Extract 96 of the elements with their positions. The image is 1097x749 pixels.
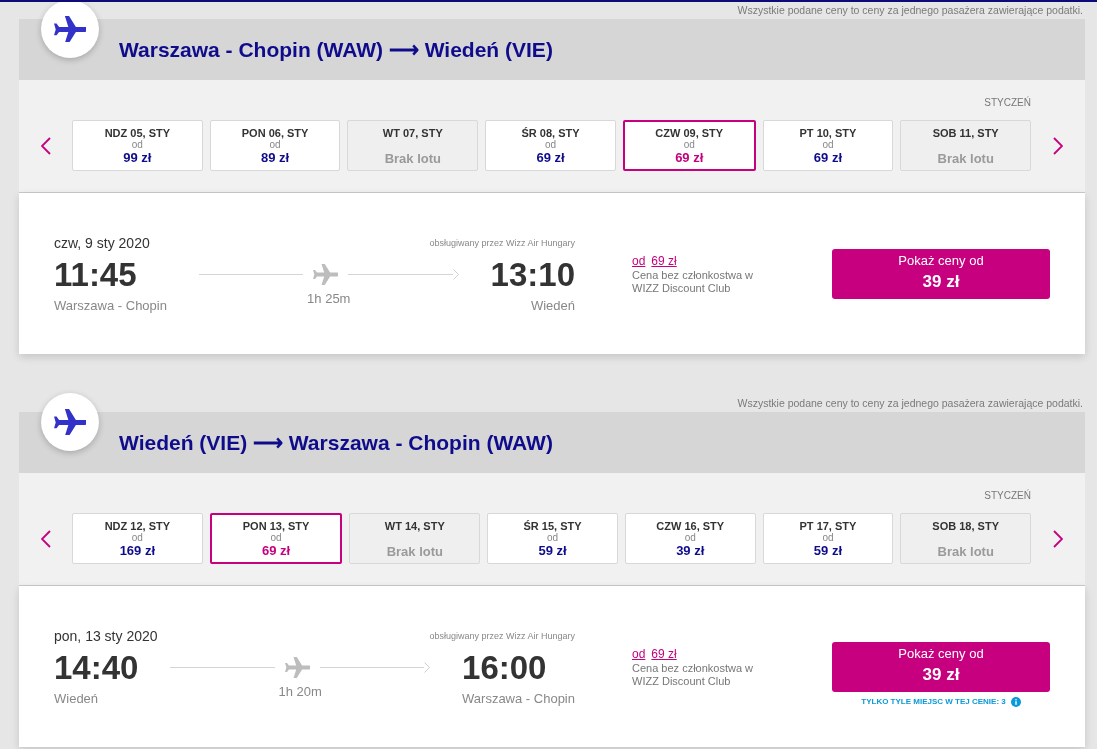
show-prices-button[interactable]: Pokaż ceny od 39 zł [832,248,1050,299]
membership-note: Cena bez członkostwa w WIZZ Discount Club [632,268,755,295]
from-label: od [131,533,143,543]
price-link[interactable]: 69 zł [651,645,677,662]
chevron-right-icon [1053,136,1063,155]
date-card[interactable]: NDZ 12, STY od 169 zł [72,513,203,564]
date-card[interactable]: WT 07, STY Brak lotu [347,120,479,171]
from-link[interactable]: od [632,252,646,269]
no-flight-label: Brak lotu [937,151,994,167]
plane-icon [313,264,339,285]
plane-icon [41,2,99,58]
day-label: PT 10, STY [799,127,857,140]
date-card[interactable]: PON 13, STY od 69 zł [209,513,343,564]
prev-button[interactable] [39,528,52,549]
fare-price: 59 zł [813,543,843,559]
fare-price: 69 zł [536,150,565,166]
from-label: od [269,140,281,150]
from-label: od [270,533,282,543]
from-label: od [683,140,695,150]
from-label: od [544,140,557,150]
fare-price: 169 zł [119,543,156,559]
fare-price: 59 zł [538,543,567,559]
departure-airport: Wiedeń [54,690,99,707]
plane-icon [41,393,99,451]
day-label: SOB 18, STY [932,520,999,533]
arrow-head-icon [452,269,459,280]
departure-time: 11:45 [54,255,137,294]
from-link[interactable]: od [632,645,646,662]
month-label: STYCZEŃ [984,489,1031,503]
date-card[interactable]: PON 06, STY od 89 zł [209,120,341,171]
date-card[interactable]: ŚR 08, STY od 69 zł [485,120,616,171]
flight-date: czw, 9 sty 2020 [54,233,150,252]
day-label: ŚR 15, STY [523,520,582,533]
fare-price: 89 zł [261,150,290,166]
seats-left-notice: TYLKO TYLE MIEJSC W TEJ CENIE: 3 [861,695,1006,708]
from-label: od [546,533,559,543]
arrival-time: 13:10 [490,255,575,294]
day-label: NDZ 12, STY [104,520,171,533]
membership-note: Cena bez członkostwa w WIZZ Discount Club [632,661,755,688]
departure-airport: Warszawa - Chopin [54,297,167,314]
fare-price: 69 zł [675,150,704,166]
day-label: PON 13, STY [242,520,310,533]
plane-icon [284,657,310,678]
fare-price: 39 zł [676,543,705,559]
date-card[interactable]: NDZ 05, STY od 99 zł [72,120,203,171]
arrow-head-icon [424,662,431,673]
no-flight-label: Brak lotu [384,151,441,167]
from-label: od [822,533,834,543]
day-label: CZW 09, STY [655,127,724,140]
month-label: STYCZEŃ [984,96,1031,110]
departure-time: 14:40 [54,648,139,687]
date-card[interactable]: CZW 16, STY od 39 zł [624,513,756,564]
next-button[interactable] [1052,135,1064,156]
date-card[interactable]: PT 10, STY od 69 zł [762,120,894,171]
flight-date: pon, 13 sty 2020 [54,626,158,645]
route-title: Warszawa - Chopin (WAW) ⟶ Wiedeń (VIE) [119,37,553,62]
from-label: od [684,533,696,543]
day-label: PON 06, STY [241,127,309,140]
day-label: SOB 11, STY [932,127,999,140]
arrival-time: 16:00 [462,648,547,687]
operator-text: obsługiwany przez Wizz Air Hungary [429,236,575,249]
info-icon[interactable] [1010,696,1021,707]
from-label: od [822,140,834,150]
arrival-airport: Warszawa - Chopin [462,690,575,707]
show-prices-button[interactable]: Pokaż ceny od 39 zł [832,641,1050,692]
prev-button[interactable] [39,135,52,156]
operator-text: obsługiwany przez Wizz Air Hungary [429,629,575,642]
day-label: WT 14, STY [384,520,445,533]
fare-price: 69 zł [262,543,291,559]
date-card[interactable]: ŚR 15, STY od 59 zł [487,513,618,564]
day-label: WT 07, STY [382,127,443,140]
date-card[interactable]: SOB 11, STY Brak lotu [900,120,1032,171]
day-label: PT 17, STY [799,520,857,533]
price-note: Wszystkie podane ceny to ceny za jednego pasażera zawierające podatki. [737,397,1083,410]
fare-price: 99 zł [123,150,152,166]
from-label: od [131,140,143,150]
day-label: ŚR 08, STY [521,127,580,140]
fare-price: 69 zł [813,150,843,166]
date-card[interactable]: WT 14, STY Brak lotu [349,513,481,564]
chevron-left-icon [40,529,51,548]
day-label: CZW 16, STY [656,520,725,533]
route-title: Wiedeń (VIE) ⟶ Warszawa - Chopin (WAW) [119,430,553,455]
price-link[interactable]: 69 zł [651,252,677,269]
chevron-right-icon [1053,529,1063,548]
date-card[interactable]: SOB 18, STY Brak lotu [900,513,1032,564]
next-button[interactable] [1052,528,1064,549]
chevron-left-icon [40,136,51,155]
arrival-airport: Wiedeń [530,297,575,314]
day-label: NDZ 05, STY [104,127,171,140]
no-flight-label: Brak lotu [386,544,443,560]
no-flight-label: Brak lotu [937,544,994,560]
flight-duration: 1h 20m [278,683,322,700]
date-card[interactable]: CZW 09, STY od 69 zł [622,120,756,171]
date-card[interactable]: PT 17, STY od 59 zł [762,513,894,564]
price-note: Wszystkie podane ceny to ceny za jednego pasażera zawierające podatki. [737,4,1083,17]
flight-duration: 1h 25m [307,290,351,307]
